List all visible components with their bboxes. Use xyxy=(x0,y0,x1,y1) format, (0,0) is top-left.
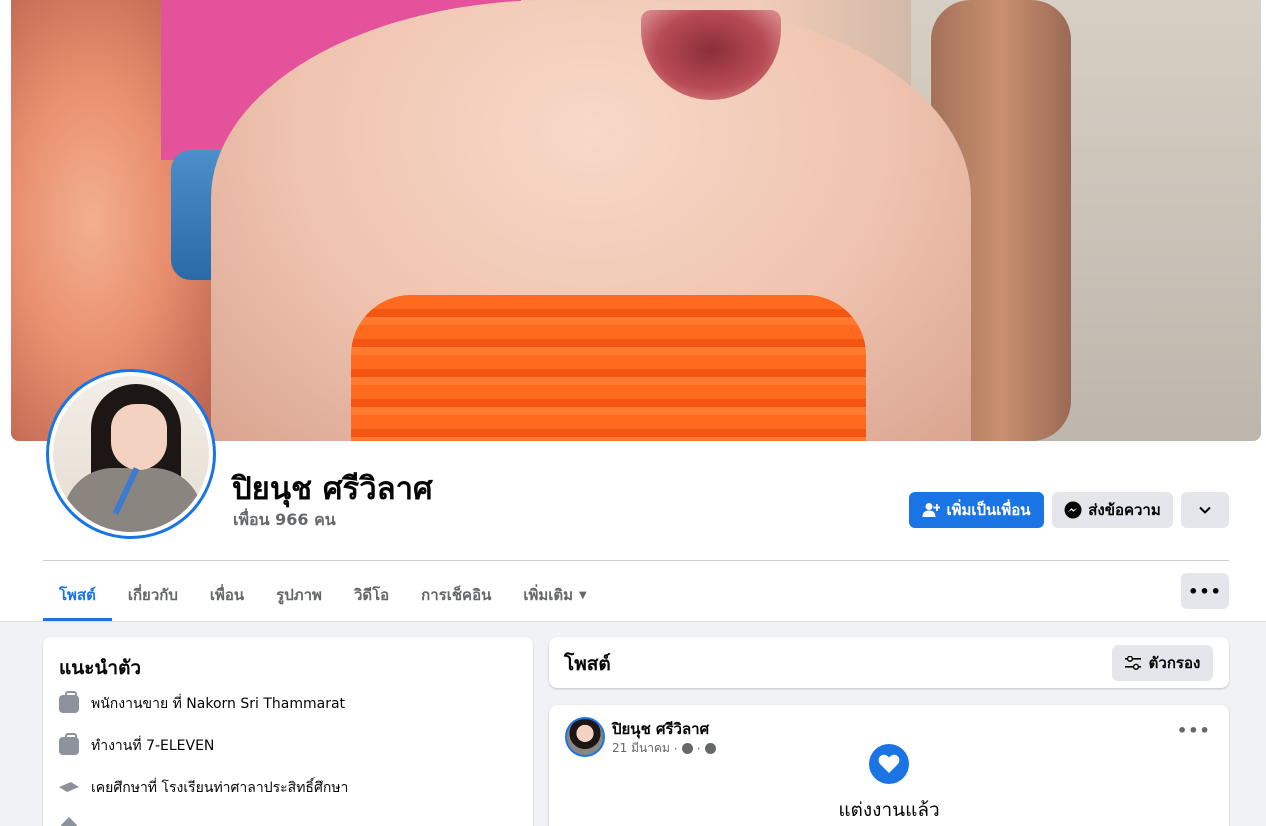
tab-label: เพิ่มเติม xyxy=(523,586,574,604)
posts-header-card: โพสต์ ตัวกรอง xyxy=(549,637,1229,688)
briefcase-icon xyxy=(59,691,79,713)
cover-photo[interactable] xyxy=(11,0,1261,441)
intro-item-employer: ทำงานที่ 7-ELEVEN xyxy=(59,733,215,757)
post-options-button[interactable]: ••• xyxy=(1177,721,1211,740)
intro-item-text: เคยศึกษาที่ โรงเรียนท่าศาลาประสิทธิ์ศึกษ… xyxy=(91,780,349,796)
tab-label: วิดีโอ xyxy=(353,586,390,604)
meta-separator: · xyxy=(696,741,701,756)
chevron-down-icon xyxy=(1199,506,1211,514)
filter-label: ตัวกรอง xyxy=(1148,654,1201,672)
tab-label: โพสต์ xyxy=(59,586,96,604)
heart-shape xyxy=(878,754,900,773)
tab-label: เกี่ยวกับ xyxy=(127,586,178,604)
tab-videos[interactable]: วิดีโอ xyxy=(338,569,405,621)
profile-name: ปิยนุช ศรีวิลาศ xyxy=(232,471,433,507)
avatar-face xyxy=(111,404,167,470)
tabs-more-options-button[interactable]: ••• xyxy=(1181,573,1229,609)
messenger-icon xyxy=(1064,501,1082,519)
cover-orange-dress xyxy=(351,295,866,441)
life-event-title: แต่งงานแล้ว xyxy=(838,799,940,821)
post-card: ปิยนุช ศรีวิลาศ 21 มีนาคม · · ••• แต่งงา… xyxy=(549,705,1229,826)
tab-about[interactable]: เกี่ยวกับ xyxy=(112,569,194,621)
tab-more[interactable]: เพิ่มเติม ▼ xyxy=(507,569,602,621)
intro-title: แนะนำตัว xyxy=(59,657,142,679)
intro-item-text: ทำงานที่ 7-ELEVEN xyxy=(91,738,215,754)
heart-icon xyxy=(869,744,909,784)
tab-friends[interactable]: เพื่อน xyxy=(194,569,260,621)
intro-item-text: พนักงานขาย ที่ Nakorn Sri Thammarat xyxy=(91,696,346,712)
more-dots-icon: ••• xyxy=(1188,581,1222,601)
post-author-name[interactable]: ปิยนุช ศรีวิลาศ xyxy=(612,717,709,741)
intro-card: แนะนำตัว พนักงานขาย ที่ Nakorn Sri Thamm… xyxy=(43,637,533,826)
message-button[interactable]: ส่งข้อความ xyxy=(1052,492,1173,528)
add-friend-label: เพิ่มเป็นเพื่อน xyxy=(946,501,1031,519)
tab-checkins[interactable]: การเช็คอิน xyxy=(405,569,507,621)
message-label: ส่งข้อความ xyxy=(1088,501,1161,519)
intro-item-work: พนักงานขาย ที่ Nakorn Sri Thammarat xyxy=(59,691,346,715)
globe-icon[interactable] xyxy=(704,743,716,754)
post-date[interactable]: 21 มีนาคม xyxy=(612,739,670,758)
friend-count[interactable]: เพื่อน 966 คน xyxy=(233,508,336,533)
tab-label: เพื่อน xyxy=(209,586,245,604)
add-friend-icon xyxy=(922,503,941,517)
intro-item-education: เคยศึกษาที่ โรงเรียนท่าศาลาประสิทธิ์ศึกษ… xyxy=(59,777,348,799)
add-friend-button[interactable]: เพิ่มเป็นเพื่อน xyxy=(909,492,1044,528)
post-author-avatar[interactable] xyxy=(565,717,605,757)
profile-picture-image xyxy=(53,376,209,532)
profile-picture[interactable] xyxy=(46,369,216,539)
posts-title: โพสต์ xyxy=(564,653,611,675)
profile-options-button[interactable] xyxy=(1181,492,1229,528)
profile-tabs: โพสต์ เกี่ยวกับ เพื่อน รูปภาพ วิดีโอ การ… xyxy=(43,569,603,621)
home-icon xyxy=(59,817,79,826)
tab-label: รูปภาพ xyxy=(276,586,322,604)
filter-button[interactable]: ตัวกรอง xyxy=(1112,645,1213,681)
briefcase-icon xyxy=(59,733,79,755)
meta-separator: · xyxy=(673,741,678,756)
filter-icon xyxy=(1124,656,1141,670)
tab-posts[interactable]: โพสต์ xyxy=(43,569,112,621)
caret-down-icon: ▼ xyxy=(579,589,587,601)
tab-photos[interactable]: รูปภาพ xyxy=(260,569,338,621)
clock-icon xyxy=(681,743,693,754)
tab-label: การเช็คอิน xyxy=(421,586,492,604)
header-divider xyxy=(43,560,1229,561)
post-meta: 21 มีนาคม · · xyxy=(612,739,716,758)
graduation-cap-icon xyxy=(59,779,79,797)
intro-item-home xyxy=(59,817,79,826)
